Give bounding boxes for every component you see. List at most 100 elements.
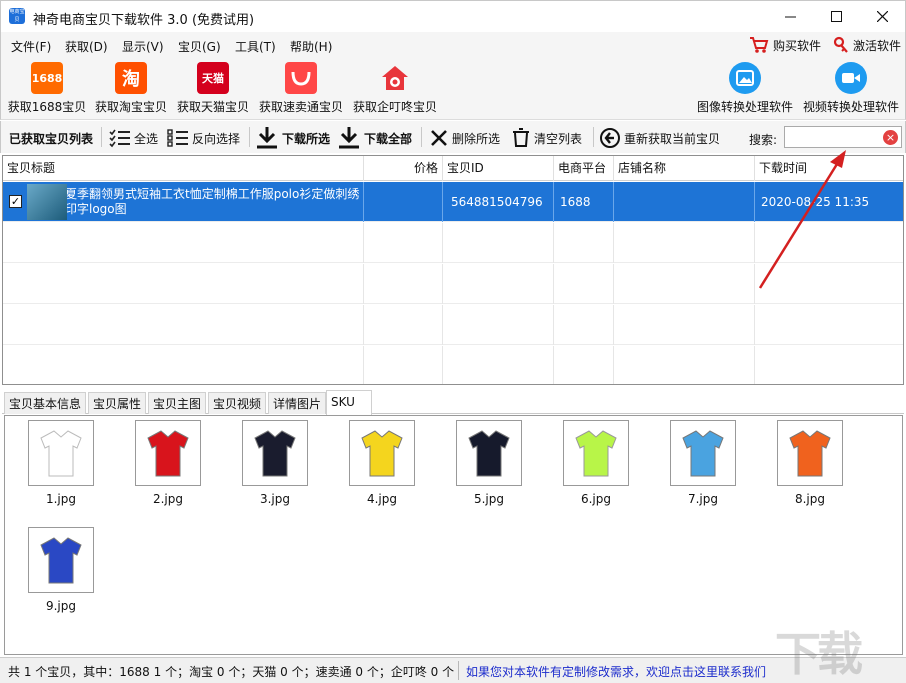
- close-icon: [876, 10, 888, 22]
- fetch-1688-button[interactable]: 1688 获取1688宝贝: [7, 62, 87, 118]
- toolbar-divider: [101, 127, 102, 147]
- empty-row: [3, 264, 903, 304]
- clear-list-button[interactable]: 清空列表: [511, 127, 582, 149]
- table-row[interactable]: ✓ 夏季翻领男式短袖工衣t恤定制棉工作服polo衫定做刺绣印字logo图 564…: [3, 182, 903, 222]
- fetch-tmall-button[interactable]: 天猫 获取天猫宝贝: [175, 62, 251, 118]
- polo-shirt-icon: [682, 430, 724, 477]
- sku-image-item[interactable]: 9.jpg: [28, 527, 94, 613]
- tab-sku[interactable]: SKU: [326, 390, 372, 415]
- polo-shirt-icon: [468, 430, 510, 477]
- delete-selected-button[interactable]: 删除所选: [429, 127, 500, 149]
- sku-thumbnail: [349, 420, 415, 486]
- fetch-taobao-button[interactable]: 淘 获取淘宝宝贝: [93, 62, 169, 118]
- sku-image-name: 3.jpg: [259, 492, 291, 506]
- sku-image-item[interactable]: 4.jpg: [349, 420, 415, 506]
- goods-table: 宝贝标题 价格 宝贝ID 电商平台 店铺名称 下载时间 ✓ 夏季翻领男式短袖工衣…: [2, 155, 904, 385]
- column-header-title[interactable]: 宝贝标题: [3, 156, 364, 181]
- menu-file[interactable]: 文件(F): [11, 38, 51, 55]
- sku-thumbnail: [563, 420, 629, 486]
- tab-main-images[interactable]: 宝贝主图: [148, 392, 207, 414]
- download-all-button[interactable]: 下载全部: [337, 127, 412, 149]
- minimize-button[interactable]: [767, 1, 813, 31]
- menu-view[interactable]: 显示(V): [122, 38, 164, 55]
- image-convert-icon: [729, 62, 761, 94]
- sku-thumbnail: [670, 420, 736, 486]
- sku-image-item[interactable]: 3.jpg: [242, 420, 308, 506]
- row-title-cell: ✓ 夏季翻领男式短袖工衣t恤定制棉工作服polo衫定做刺绣印字logo图: [3, 182, 364, 222]
- empty-row: [3, 305, 903, 345]
- row-checkbox[interactable]: ✓: [9, 195, 22, 208]
- app-icon: 电商宝贝: [9, 8, 25, 24]
- close-button[interactable]: [859, 1, 905, 31]
- select-all-button[interactable]: 全选: [109, 127, 158, 149]
- status-summary: 共 1 个宝贝，其中：1688 1 个；淘宝 0 个；天猫 0 个；速卖通 0 …: [8, 665, 455, 679]
- table-header: 宝贝标题 价格 宝贝ID 电商平台 店铺名称 下载时间: [3, 156, 903, 181]
- qidingdong-logo-icon: [379, 62, 411, 94]
- row-time: 2020-08-25 11:35: [761, 195, 870, 209]
- column-header-platform[interactable]: 电商平台: [554, 156, 614, 181]
- polo-shirt-icon: [575, 430, 617, 477]
- product-thumbnail: [27, 184, 67, 220]
- search-box: ×: [784, 126, 902, 148]
- sku-image-item[interactable]: 7.jpg: [670, 420, 736, 506]
- sku-image-item[interactable]: 6.jpg: [563, 420, 629, 506]
- polo-shirt-icon: [40, 537, 82, 584]
- video-convert-software-button[interactable]: 视频转换处理软件: [801, 62, 901, 118]
- sku-image-item[interactable]: 8.jpg: [777, 420, 843, 506]
- polo-shirt-icon: [361, 430, 403, 477]
- menu-item-goods[interactable]: 宝贝(G): [178, 38, 221, 55]
- status-divider: [458, 661, 459, 680]
- download-selected-button[interactable]: 下载所选: [255, 127, 330, 149]
- sku-image-item[interactable]: 2.jpg: [135, 420, 201, 506]
- menu-tools[interactable]: 工具(T): [235, 38, 276, 55]
- delete-x-icon: [431, 130, 447, 146]
- trash-icon: [513, 128, 529, 147]
- 1688-logo-icon: 1688: [31, 62, 63, 94]
- buy-software-button[interactable]: 购买软件: [749, 36, 821, 54]
- sku-image-name: 6.jpg: [580, 492, 612, 506]
- row-platform: 1688: [554, 182, 614, 222]
- tab-basic-info[interactable]: 宝贝基本信息: [4, 392, 87, 414]
- column-header-id[interactable]: 宝贝ID: [443, 156, 554, 181]
- sku-image-name: 7.jpg: [687, 492, 719, 506]
- clear-list-label: 清空列表: [534, 131, 583, 146]
- invert-selection-button[interactable]: 反向选择: [167, 127, 240, 149]
- column-header-shop[interactable]: 店铺名称: [614, 156, 755, 181]
- maximize-button[interactable]: [813, 1, 859, 31]
- download-selected-label: 下载所选: [282, 131, 331, 146]
- menu-help[interactable]: 帮助(H): [290, 38, 332, 55]
- image-convert-software-button[interactable]: 图像转换处理软件: [695, 62, 795, 118]
- sku-image-name: 2.jpg: [152, 492, 184, 506]
- sku-thumbnail: [777, 420, 843, 486]
- contact-us-link[interactable]: 如果您对本软件有定制修改需求，欢迎点击这里联系我们: [466, 663, 766, 680]
- refetch-current-button[interactable]: 重新获取当前宝贝: [599, 127, 720, 149]
- clear-search-icon[interactable]: ×: [883, 130, 898, 145]
- tab-detail-images[interactable]: 详情图片: [268, 392, 327, 414]
- refetch-current-label: 重新获取当前宝贝: [624, 131, 721, 146]
- watermark-logo: 下载吧: [775, 627, 863, 681]
- video-convert-label: 视频转换处理软件: [802, 100, 899, 114]
- fetch-qidingdong-label: 获取企叮咚宝贝: [352, 100, 437, 114]
- column-header-time[interactable]: 下载时间: [755, 156, 903, 181]
- column-header-price[interactable]: 价格: [364, 156, 443, 181]
- sku-thumbnail: [242, 420, 308, 486]
- row-id: 564881504796: [443, 182, 554, 222]
- menu-fetch[interactable]: 获取(D): [65, 38, 108, 55]
- list-toolbar-title: 已获取宝贝列表: [9, 131, 94, 146]
- sku-image-item[interactable]: 1.jpg: [28, 420, 94, 506]
- taobao-logo-icon: 淘: [115, 62, 147, 94]
- empty-row: [3, 346, 903, 384]
- download-icon: [339, 127, 359, 149]
- sku-image-item[interactable]: 5.jpg: [456, 420, 522, 506]
- tab-attributes[interactable]: 宝贝属性: [88, 392, 147, 414]
- empty-row: [3, 223, 903, 263]
- fetch-aliexpress-button[interactable]: 获取速卖通宝贝: [257, 62, 345, 118]
- sku-thumbnail: [28, 527, 94, 593]
- search-input[interactable]: [785, 127, 881, 147]
- list-icon: [167, 129, 188, 147]
- checklist-icon: [109, 129, 130, 148]
- fetch-qidingdong-button[interactable]: 获取企叮咚宝贝: [351, 62, 439, 118]
- delete-selected-label: 删除所选: [452, 131, 501, 146]
- activate-software-button[interactable]: 激活软件: [833, 36, 901, 54]
- tab-videos[interactable]: 宝贝视频: [208, 392, 267, 414]
